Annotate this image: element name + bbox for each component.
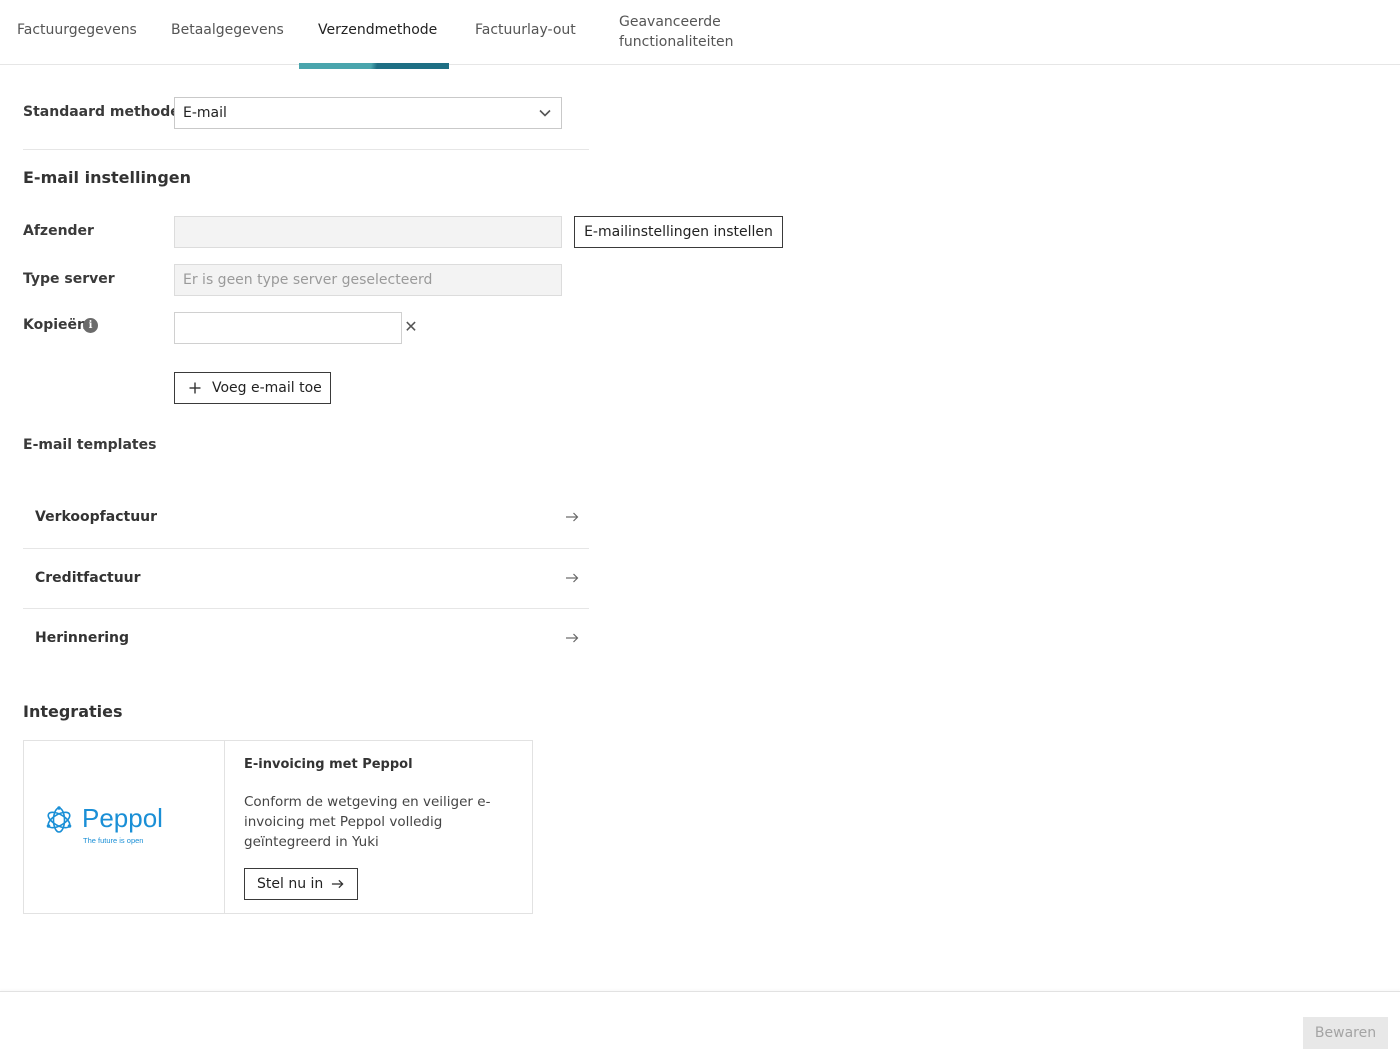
save-button[interactable]: Bewaren	[1303, 1017, 1388, 1049]
add-email-button[interactable]: Voeg e-mail toe	[174, 372, 331, 404]
peppol-logo-tagline: The future is open	[83, 836, 144, 845]
copies-label: Kopieën	[23, 317, 87, 333]
card-title: E-invoicing met Peppol	[244, 757, 413, 772]
chevron-down-icon	[539, 109, 551, 117]
tab-label: Geavanceerde functionaliteiten	[619, 14, 734, 50]
template-row-verkoopfactuur[interactable]: Verkoopfactuur	[23, 488, 589, 548]
tab-label: Verzendmethode	[318, 22, 438, 38]
section-divider	[23, 149, 589, 150]
arrow-right-icon	[566, 573, 579, 583]
server-type-field: Er is geen type server geselecteerd	[174, 264, 562, 296]
method-select-value: E-mail	[183, 105, 227, 121]
card-description: Conform de wetgeving en veiliger e-invoi…	[244, 794, 491, 850]
integrations-title: Integraties	[23, 702, 123, 721]
peppol-logo-text: Peppol	[82, 803, 163, 833]
peppol-logo: Peppol The future is open	[24, 741, 225, 913]
plus-icon	[189, 382, 201, 394]
close-icon[interactable]: ✕	[404, 319, 418, 335]
active-tab-indicator	[299, 63, 449, 69]
template-label: Creditfactuur	[35, 570, 141, 586]
add-email-label: Voeg e-mail toe	[212, 380, 322, 396]
setup-now-label: Stel nu in	[257, 876, 324, 892]
email-settings-button[interactable]: E-mailinstellingen instellen	[574, 216, 783, 248]
method-select[interactable]: E-mail	[174, 97, 562, 129]
template-label: Herinnering	[35, 630, 130, 646]
email-templates-title: E-mail templates	[23, 437, 157, 453]
arrow-right-icon	[566, 633, 579, 643]
template-row-creditfactuur[interactable]: Creditfactuur	[23, 549, 589, 609]
arrow-right-icon	[566, 512, 579, 522]
template-label: Verkoopfactuur	[35, 509, 158, 525]
peppol-integration-card: Peppol The future is open E-invoicing me…	[23, 740, 533, 914]
server-type-label: Type server	[23, 271, 115, 287]
footer-bar	[0, 991, 1400, 1061]
tab-bar: Factuurgegevens Betaalgegevens Verzendme…	[0, 0, 1400, 65]
tab-label: Betaalgegevens	[171, 22, 284, 38]
tab-label: Factuurlay-out	[475, 22, 576, 38]
info-icon[interactable]: i	[83, 318, 98, 333]
template-row-herinnering[interactable]: Herinnering	[23, 609, 589, 669]
copies-input[interactable]	[174, 312, 402, 344]
arrow-right-icon	[331, 879, 344, 889]
method-label: Standaard methode	[23, 104, 180, 120]
peppol-logo-icon	[46, 806, 72, 833]
email-settings-title: E-mail instellingen	[23, 168, 192, 187]
sender-label: Afzender	[23, 223, 94, 239]
tab-label: Factuurgegevens	[17, 22, 137, 38]
sender-field	[174, 216, 562, 248]
setup-now-button[interactable]: Stel nu in	[244, 868, 358, 900]
